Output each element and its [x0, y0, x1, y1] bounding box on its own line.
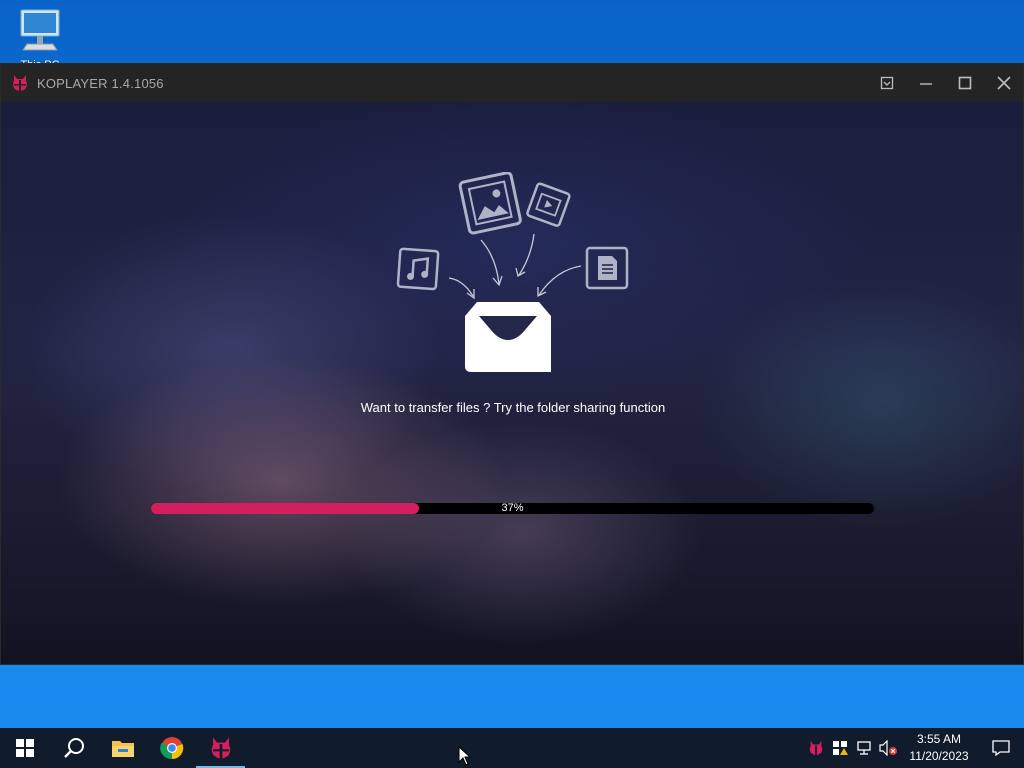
arrows-illustration	[448, 233, 582, 300]
loading-screen: Want to transfer files ? Try the folder …	[1, 102, 1023, 664]
clock-time: 3:55 AM	[916, 732, 962, 746]
koplayer-logo-icon	[11, 74, 29, 92]
notification-icon	[992, 740, 1010, 756]
start-icon	[15, 739, 34, 757]
file-transfer-illustration	[391, 171, 641, 382]
computer-icon	[17, 8, 63, 57]
loading-progress-bar: 37%	[151, 502, 874, 514]
image-icon	[458, 171, 522, 235]
search-button[interactable]	[49, 728, 98, 768]
clock[interactable]: 3:55 AM 11/20/2023	[900, 731, 978, 765]
music-icon	[396, 247, 440, 291]
system-tray: 3:55 AM 11/20/2023	[804, 728, 1024, 768]
chrome-icon	[159, 737, 183, 760]
close-icon	[996, 76, 1011, 90]
restore-down-icon	[880, 76, 893, 90]
koplayer-icon	[211, 737, 230, 759]
koplayer-tray-icon	[809, 740, 823, 756]
video-icon	[526, 182, 571, 227]
volume-muted-icon	[879, 740, 897, 756]
title-bar[interactable]: KOPLAYER 1.4.1056	[1, 64, 1023, 102]
file-explorer-icon	[111, 741, 134, 757]
mouse-cursor-icon	[458, 745, 472, 768]
file-explorer-button[interactable]	[98, 728, 147, 768]
desktop-icon-this-pc[interactable]: This PC	[12, 8, 68, 64]
progress-label: 37%	[501, 502, 524, 514]
start-button[interactable]	[0, 728, 49, 768]
inbox-icon	[465, 302, 551, 372]
close-button[interactable]	[984, 64, 1023, 102]
document-icon	[585, 246, 629, 290]
security-warning-icon	[833, 741, 848, 755]
koplayer-tray-button[interactable]	[804, 728, 828, 768]
maximize-icon	[958, 76, 971, 90]
security-tray-button[interactable]	[828, 728, 852, 768]
search-icon	[63, 738, 84, 758]
window-controls	[867, 64, 1023, 102]
volume-tray-button[interactable]	[876, 728, 900, 768]
koplayer-window: KOPLAYER 1.4.1056 Want to transfer files…	[0, 63, 1024, 665]
window-title: KOPLAYER 1.4.1056	[37, 75, 164, 91]
loading-tip: Want to transfer files ? Try the folder …	[360, 400, 666, 415]
clock-date: 11/20/2023	[909, 749, 969, 763]
koplayer-taskbar-button[interactable]	[196, 728, 245, 768]
network-tray-button[interactable]	[852, 728, 876, 768]
minimize-button[interactable]	[906, 64, 945, 102]
chrome-button[interactable]	[147, 728, 196, 768]
action-center-button[interactable]	[978, 728, 1024, 768]
network-icon	[857, 741, 871, 755]
taskbar: 3:55 AM 11/20/2023	[0, 728, 1024, 768]
restore-window-button[interactable]	[867, 64, 906, 102]
minimize-icon	[919, 83, 932, 85]
maximize-button[interactable]	[945, 64, 984, 102]
